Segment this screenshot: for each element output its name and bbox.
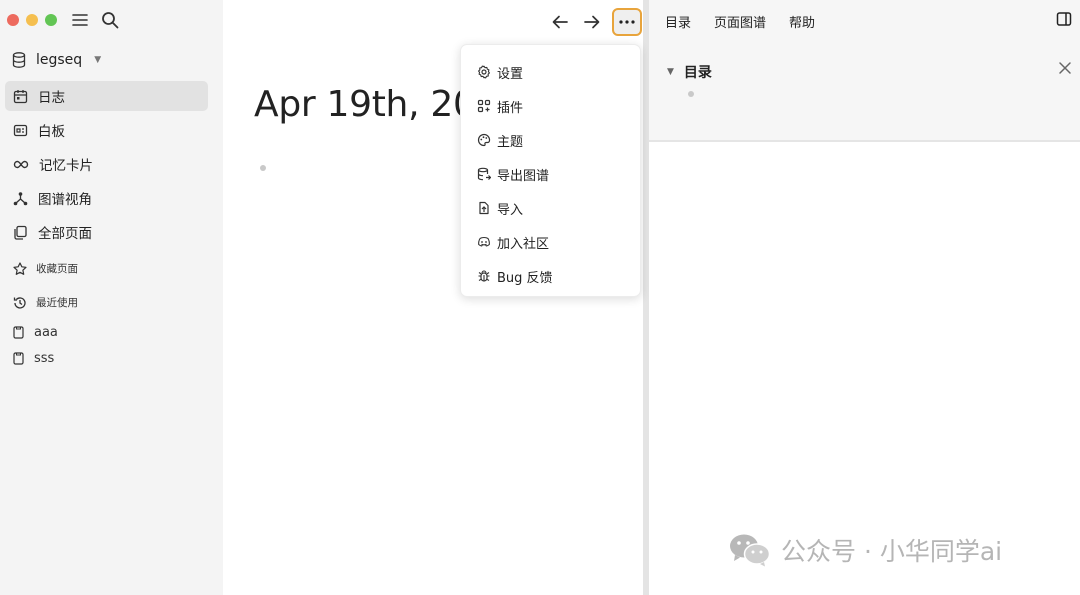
right-sidebar: 目录 页面图谱 帮助 ▼ 目录 xyxy=(649,0,1080,595)
palette-icon xyxy=(477,133,491,147)
contents-card-header[interactable]: ▼ 目录 xyxy=(667,62,712,82)
chevron-down-icon: ▼ xyxy=(94,55,102,65)
menu-item-label: 导入 xyxy=(497,202,524,218)
recent-label: 最近使用 xyxy=(36,297,78,309)
sidebar-item-journals[interactable]: 日志 xyxy=(5,81,208,111)
sidebar-item-label: 全部页面 xyxy=(38,226,92,242)
recent-page-link[interactable]: sss xyxy=(13,351,54,366)
graph-icon xyxy=(13,191,28,205)
menu-item-label: 导出图谱 xyxy=(497,168,550,184)
infinity-icon xyxy=(13,160,29,168)
menu-item-import[interactable]: 导入 xyxy=(461,191,640,225)
contents-card: ▼ 目录 xyxy=(649,42,1080,142)
tab-page-graph[interactable]: 页面图谱 xyxy=(714,12,766,31)
close-icon[interactable] xyxy=(1058,60,1072,79)
contents-title: 目录 xyxy=(683,65,712,81)
sidebar-item-label: 白板 xyxy=(38,124,65,140)
favorites-label: 收藏页面 xyxy=(36,263,78,275)
sidebar-item-whiteboards[interactable]: 白板 xyxy=(5,115,208,145)
sidebar-nav: 日志 白板 记忆卡片 图谱视角 全部页面 xyxy=(5,81,208,251)
export-icon xyxy=(477,167,491,181)
minimize-window-button[interactable] xyxy=(26,14,38,26)
search-icon[interactable] xyxy=(100,10,120,30)
plugin-icon xyxy=(477,99,491,113)
watermark-text: 公众号 · 小华同学ai xyxy=(781,537,1003,566)
more-options-button[interactable] xyxy=(612,8,642,36)
block-bullet[interactable] xyxy=(688,91,694,97)
caret-down-icon[interactable]: ▼ xyxy=(667,67,674,77)
graph-name: legseq xyxy=(36,52,83,68)
gear-icon xyxy=(478,65,490,79)
page-icon xyxy=(13,326,24,339)
recent-page-title: sss xyxy=(34,351,55,366)
recent-page-title: aaa xyxy=(34,325,58,340)
sidebar-item-label: 日志 xyxy=(38,90,65,106)
sidebar-item-label: 记忆卡片 xyxy=(39,158,93,174)
watermark: 公众号 · 小华同学ai xyxy=(729,532,1002,568)
import-icon xyxy=(479,201,489,215)
recent-page-link[interactable]: aaa xyxy=(13,325,58,340)
recent-section[interactable]: 最近使用 xyxy=(13,295,78,310)
close-window-button[interactable] xyxy=(7,14,19,26)
sidebar-item-graph-view[interactable]: 图谱视角 xyxy=(5,183,208,213)
database-icon xyxy=(12,52,26,68)
menu-item-bug-report[interactable]: Bug 反馈 xyxy=(461,259,640,293)
forward-arrow-icon[interactable] xyxy=(580,10,604,34)
star-icon xyxy=(13,261,27,275)
pages-icon xyxy=(14,225,27,240)
sidebar-item-label: 图谱视角 xyxy=(38,192,92,208)
favorites-section[interactable]: 收藏页面 xyxy=(13,261,78,276)
more-options-menu: 设置 插件 主题 导出图谱 导入 加入社区 Bug 反馈 xyxy=(460,44,641,297)
toggle-right-sidebar-icon[interactable] xyxy=(1056,11,1072,31)
whiteboard-icon xyxy=(13,124,28,136)
page-icon xyxy=(13,352,24,365)
history-icon xyxy=(13,296,26,309)
tab-contents[interactable]: 目录 xyxy=(665,12,691,31)
calendar-icon xyxy=(13,89,28,103)
menu-item-label: Bug 反馈 xyxy=(497,270,553,286)
menu-toggle-icon[interactable] xyxy=(70,10,90,30)
menu-item-label: 插件 xyxy=(497,100,524,116)
left-sidebar: legseq ▼ 日志 白板 记忆卡片 图谱视角 全部页面 收藏页面 最近使用 xyxy=(0,0,223,595)
block-bullet[interactable] xyxy=(260,165,266,171)
menu-item-join-community[interactable]: 加入社区 xyxy=(461,225,640,259)
sidebar-item-flashcards[interactable]: 记忆卡片 xyxy=(5,149,208,179)
maximize-window-button[interactable] xyxy=(45,14,57,26)
menu-item-plugins[interactable]: 插件 xyxy=(461,89,640,123)
sidebar-item-all-pages[interactable]: 全部页面 xyxy=(5,217,208,247)
menu-item-label: 加入社区 xyxy=(497,236,550,252)
back-arrow-icon[interactable] xyxy=(548,10,572,34)
graph-selector[interactable]: legseq ▼ xyxy=(12,52,101,68)
right-sidebar-header: 目录 页面图谱 帮助 xyxy=(649,0,1080,42)
menu-item-label: 主题 xyxy=(497,134,524,150)
menu-item-label: 设置 xyxy=(497,66,524,82)
discord-icon xyxy=(478,236,490,247)
menu-item-export-graph[interactable]: 导出图谱 xyxy=(461,157,640,191)
window-controls xyxy=(7,14,57,26)
menu-item-themes[interactable]: 主题 xyxy=(461,123,640,157)
tab-help[interactable]: 帮助 xyxy=(789,12,815,31)
wechat-icon xyxy=(730,534,771,567)
more-horizontal-icon xyxy=(619,20,635,24)
bug-icon xyxy=(478,270,490,282)
menu-item-settings[interactable]: 设置 xyxy=(461,55,640,89)
